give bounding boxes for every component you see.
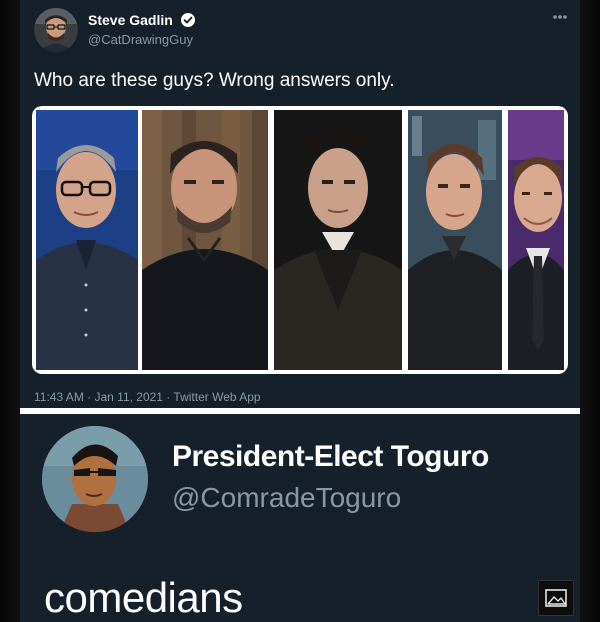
collage-photo-4[interactable] bbox=[408, 110, 502, 370]
display-name-text[interactable]: Steve Gadlin bbox=[88, 12, 173, 28]
collage-photo-2[interactable] bbox=[142, 110, 268, 370]
collage-photo-1[interactable] bbox=[36, 110, 138, 370]
tweet-image-collage[interactable] bbox=[32, 106, 568, 374]
tweet-steve-gadlin[interactable]: Steve Gadlin @CatDrawingGuy Who are thes… bbox=[20, 0, 580, 408]
user-handle[interactable]: @CatDrawingGuy bbox=[88, 32, 193, 47]
screen-edge-left bbox=[0, 0, 20, 622]
avatar-portrait-image bbox=[34, 8, 78, 52]
more-dots-icon[interactable] bbox=[550, 10, 570, 24]
tweet-text: Who are these guys? Wrong answers only. bbox=[34, 70, 395, 91]
screen-edge-right bbox=[580, 0, 600, 622]
avatar-cartoon-image bbox=[42, 426, 148, 532]
image-icon[interactable] bbox=[538, 580, 574, 616]
avatar[interactable] bbox=[34, 8, 78, 52]
screenshot-frame: Steve Gadlin @CatDrawingGuy Who are thes… bbox=[20, 0, 580, 622]
verified-badge-icon bbox=[180, 12, 196, 31]
display-name[interactable]: Steve Gadlin bbox=[88, 12, 196, 31]
user-handle[interactable]: @ComradeToguro bbox=[172, 482, 401, 514]
tweet-timestamp[interactable]: 11:43 AM · Jan 11, 2021 · Twitter Web Ap… bbox=[34, 390, 261, 404]
display-name[interactable]: President-Elect Toguro bbox=[172, 440, 489, 474]
collage-photo-5[interactable] bbox=[508, 110, 564, 370]
tweet-text: comedians bbox=[44, 574, 243, 621]
divider bbox=[20, 408, 580, 414]
avatar[interactable] bbox=[42, 426, 148, 532]
collage-photo-3[interactable] bbox=[274, 110, 402, 370]
